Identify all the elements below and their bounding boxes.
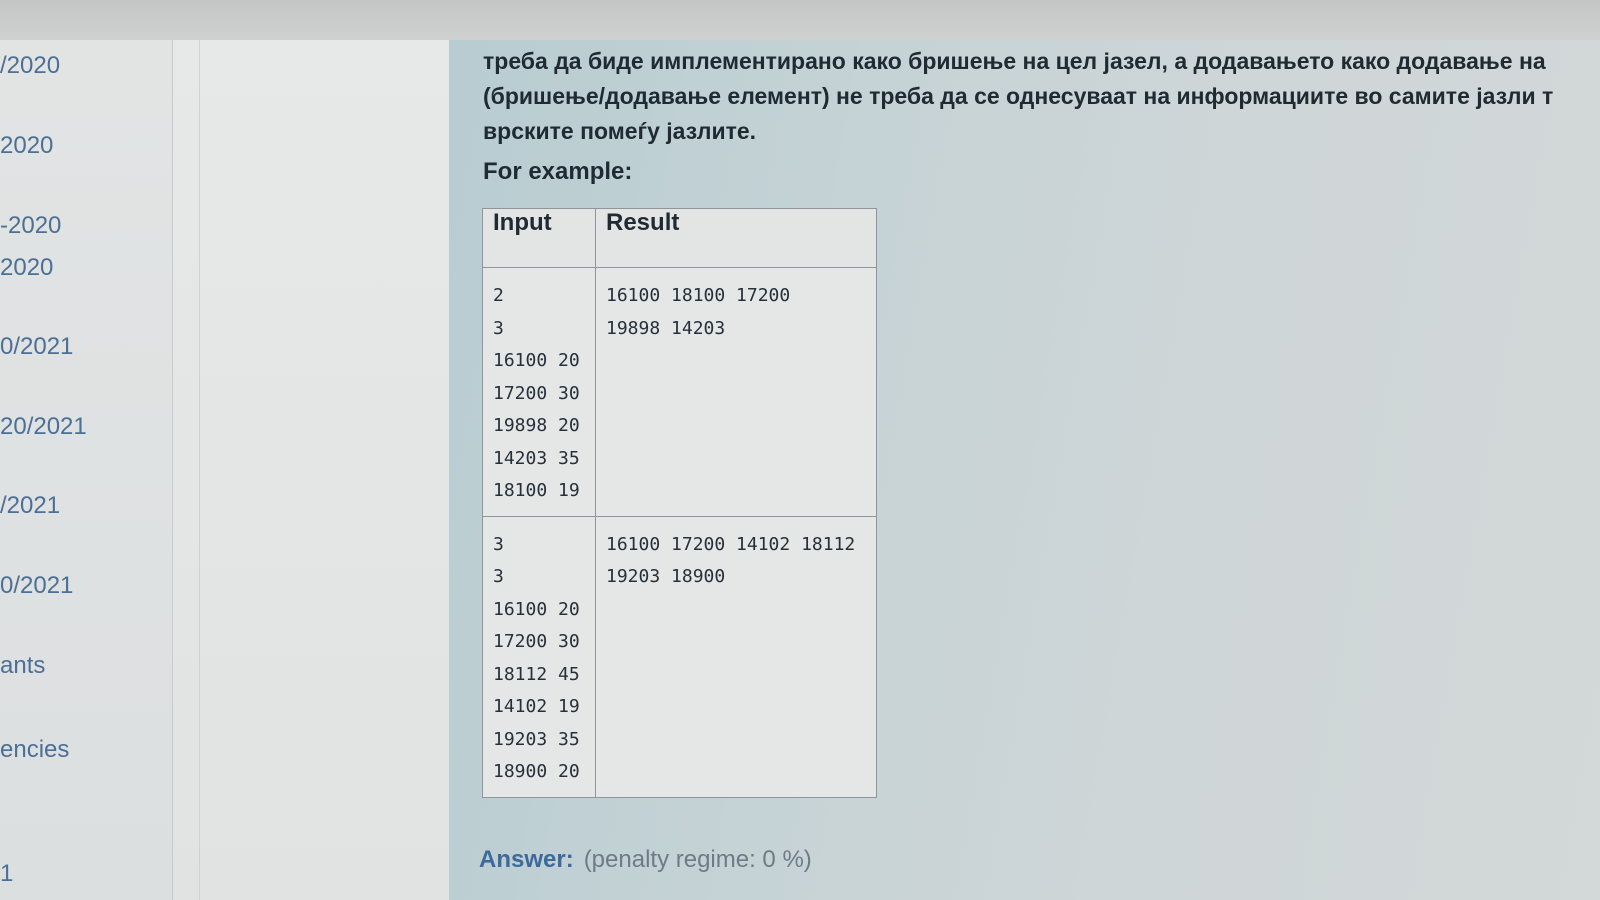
answer-heading: Answer: (penalty regime: 0 %) — [479, 846, 812, 874]
column-header-input: Input — [482, 208, 596, 268]
sidebar-item-6[interactable]: 20/2021 — [0, 413, 87, 441]
question-line-1: треба да биде имплементирано како бришењ… — [483, 48, 1546, 74]
column-divider — [199, 40, 200, 900]
table-header-row: Input Result — [482, 208, 877, 268]
result-line: 16100 18100 17200 — [606, 285, 791, 306]
input-line: 14102 19 — [493, 696, 580, 717]
table-row: 2 3 16100 20 17200 30 19898 20 14203 35 … — [482, 267, 877, 517]
input-line: 3 — [493, 566, 504, 587]
result-line: 19898 14203 — [606, 317, 726, 339]
input-line: 14203 35 — [493, 447, 580, 469]
sidebar-item-competencies[interactable]: encies — [0, 736, 69, 764]
sidebar-item-2[interactable]: 2020 — [0, 132, 53, 160]
input-cell: 3 3 16100 20 17200 30 18112 45 14102 19 … — [482, 515, 596, 798]
sidebar-item-participants[interactable]: ants — [0, 652, 45, 680]
sidebar-item-1[interactable]: /2020 — [0, 52, 60, 80]
question-text: треба да биде имплементирано како бришењ… — [483, 44, 1600, 149]
input-line: 16100 20 — [493, 350, 580, 371]
sidebar-item-8[interactable]: 0/2021 — [0, 572, 73, 600]
input-line: 19203 35 — [493, 728, 580, 750]
input-line: 18900 20 — [493, 761, 580, 782]
input-line: 17200 30 — [493, 631, 580, 652]
input-line: 19898 20 — [493, 415, 580, 436]
result-cell: 16100 17200 14102 18112 19203 18900 — [595, 515, 877, 798]
input-line: 16100 20 — [493, 598, 580, 620]
input-cell: 2 3 16100 20 17200 30 19898 20 14203 35 … — [482, 267, 596, 517]
input-line: 3 — [493, 317, 504, 339]
result-line: 16100 17200 14102 18112 — [606, 533, 856, 555]
penalty-regime-note: (penalty regime: 0 %) — [583, 846, 812, 873]
result-cell: 16100 18100 17200 19898 14203 — [595, 267, 877, 517]
input-line: 18100 19 — [493, 480, 580, 501]
input-line: 2 — [493, 285, 504, 306]
input-line: 17200 30 — [493, 382, 580, 404]
course-sidebar: /2020 2020 -2020 2020 0/2021 20/2021 /20… — [0, 40, 173, 900]
sidebar-item-3[interactable]: -2020 — [0, 212, 61, 240]
input-line: 3 — [493, 533, 504, 555]
input-line: 18112 45 — [493, 663, 580, 685]
answer-label: Answer: — [479, 846, 574, 873]
sidebar-item-7[interactable]: /2021 — [0, 492, 60, 520]
question-line-2: (бришење/додавање елемент) не треба да с… — [483, 83, 1554, 109]
for-example-heading: For example: — [483, 158, 633, 185]
left-column-blank — [173, 40, 449, 900]
result-line: 19203 18900 — [606, 566, 726, 587]
sidebar-item-11[interactable]: 1 — [0, 860, 13, 888]
column-header-result: Result — [595, 208, 877, 268]
browser-top-bar — [0, 0, 1600, 42]
sidebar-item-4[interactable]: 2020 — [0, 254, 53, 282]
table-row: 3 3 16100 20 17200 30 18112 45 14102 19 … — [482, 515, 877, 798]
examples-table: Input Result 2 3 16100 20 17200 30 19898… — [482, 208, 877, 798]
question-panel: треба да биде имплементирано како бришењ… — [449, 40, 1600, 900]
question-line-3: врските помеѓу јазлите. — [483, 118, 757, 144]
sidebar-item-5[interactable]: 0/2021 — [0, 333, 73, 361]
